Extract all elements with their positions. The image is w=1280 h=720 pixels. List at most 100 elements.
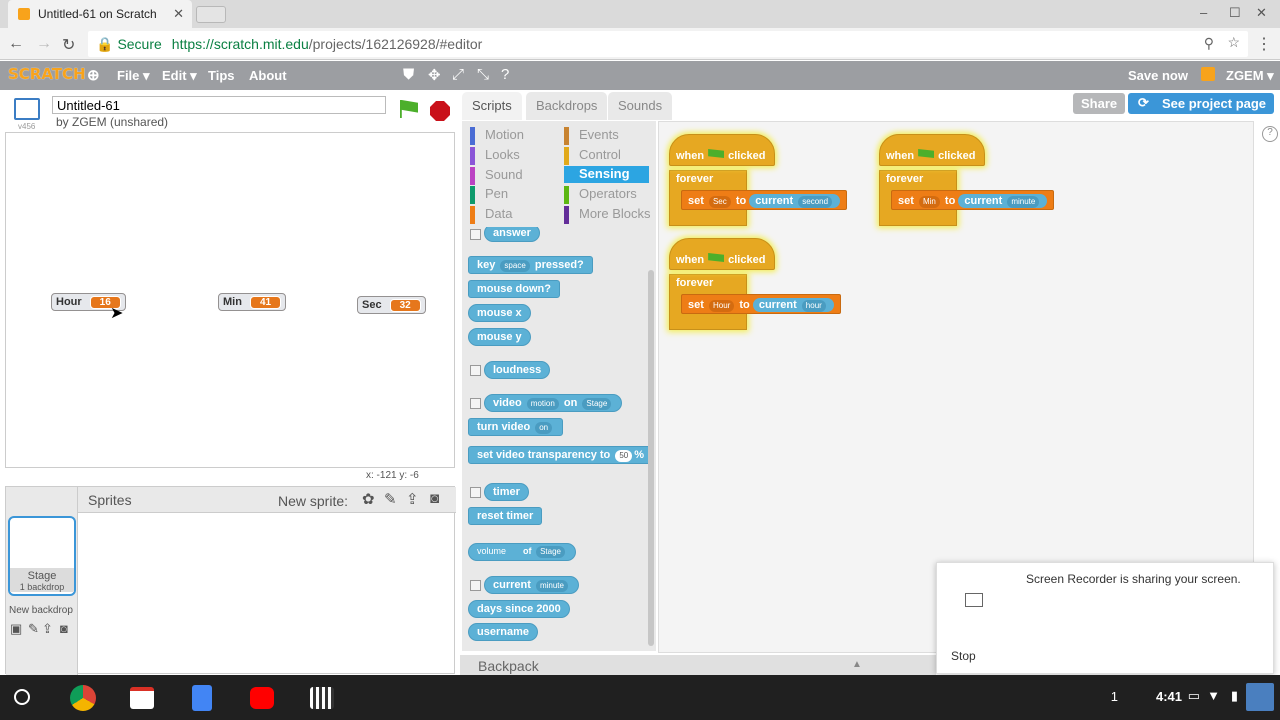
green-flag-icon[interactable] xyxy=(400,100,418,118)
category-control[interactable]: Control xyxy=(564,147,656,165)
menu-about[interactable]: About xyxy=(249,68,287,83)
upload-backdrop-icon[interactable]: ⇪ xyxy=(42,621,53,637)
block-current[interactable]: current minute xyxy=(484,576,579,594)
when-flag-clicked-block[interactable]: when clicked xyxy=(669,238,775,270)
duplicate-tool-icon[interactable]: ⛊ xyxy=(403,66,414,83)
category-more-blocks[interactable]: More Blocks xyxy=(564,206,656,224)
block-username[interactable]: username xyxy=(468,623,538,641)
shrink-tool-icon[interactable]: ⤡ xyxy=(477,66,489,83)
wifi-icon[interactable]: ▼ xyxy=(1207,688,1220,703)
new-tab-button[interactable] xyxy=(196,6,226,23)
bookmark-star-icon[interactable]: ☆ xyxy=(1227,34,1240,51)
battery-icon[interactable]: ▮ xyxy=(1231,688,1238,704)
set-variable-block[interactable]: set Sec to current second xyxy=(681,190,848,210)
tab-sounds[interactable]: Sounds xyxy=(608,92,673,120)
close-tab-icon[interactable]: ✕ xyxy=(173,6,184,22)
notification-count[interactable]: 1 xyxy=(1111,689,1118,704)
clock[interactable]: 4:41 xyxy=(1156,689,1182,704)
menu-tips[interactable]: Tips xyxy=(208,68,235,83)
stop-sharing-button[interactable]: Stop xyxy=(951,649,976,663)
chrome-menu-icon[interactable]: ⋮ xyxy=(1256,34,1272,54)
timer-checkbox[interactable] xyxy=(470,487,481,498)
reload-icon[interactable]: ↻ xyxy=(62,35,75,55)
menu-file[interactable]: File ▾ xyxy=(117,68,150,84)
grow-tool-icon[interactable]: ⤢ xyxy=(452,66,464,83)
category-data[interactable]: Data xyxy=(470,206,562,224)
block-mouse-y[interactable]: mouse y xyxy=(468,328,531,346)
stop-sign-icon[interactable] xyxy=(430,101,450,121)
screen-share-tray-icon[interactable]: ▭ xyxy=(1188,688,1200,704)
block-volume-of[interactable]: volume of Stage xyxy=(468,543,576,561)
launcher-icon[interactable] xyxy=(14,689,30,705)
monitor-sec[interactable]: Sec 32 xyxy=(357,296,426,314)
block-mouse-x[interactable]: mouse x xyxy=(468,304,531,322)
set-variable-block[interactable]: set Min to current minute xyxy=(891,190,1055,210)
help-icon[interactable]: ? xyxy=(1262,126,1278,142)
paint-backdrop-icon[interactable]: ✎ xyxy=(28,621,39,637)
chrome-icon[interactable] xyxy=(70,685,96,711)
globe-icon[interactable]: ⊕ xyxy=(87,66,100,84)
category-events[interactable]: Events xyxy=(564,127,656,145)
stage-thumbnail[interactable]: Stage 1 backdrop xyxy=(8,516,76,596)
category-sound[interactable]: Sound xyxy=(470,167,562,185)
video-app-icon[interactable] xyxy=(310,687,334,709)
block-timer[interactable]: timer xyxy=(484,483,529,501)
when-flag-clicked-block[interactable]: when clicked xyxy=(879,134,985,166)
current-checkbox[interactable] xyxy=(470,580,481,591)
extension-icon[interactable]: ⚲ xyxy=(1204,35,1214,52)
delete-tool-icon[interactable]: ✥ xyxy=(428,66,441,84)
video-checkbox[interactable] xyxy=(470,398,481,409)
block-video-on[interactable]: video motion on Stage xyxy=(484,394,623,412)
block-turn-video[interactable]: turn video on xyxy=(468,418,564,436)
user-avatar[interactable] xyxy=(1201,67,1215,81)
answer-checkbox[interactable] xyxy=(470,229,481,240)
block-set-video-transparency[interactable]: set video transparency to 50% xyxy=(468,446,654,464)
url-field[interactable]: 🔒 Secure https://scratch.mit.edu/projects/… xyxy=(88,31,1248,57)
presentation-mode-icon[interactable] xyxy=(14,98,40,120)
help-tool-icon[interactable]: ? xyxy=(501,66,509,83)
category-sensing[interactable]: Sensing xyxy=(564,166,649,183)
forward-icon[interactable]: → xyxy=(36,35,52,53)
gmail-icon[interactable] xyxy=(130,687,154,709)
block-key-pressed[interactable]: key space pressed? xyxy=(468,256,593,274)
menu-edit[interactable]: Edit ▾ xyxy=(162,68,197,84)
loudness-checkbox[interactable] xyxy=(470,365,481,376)
block-days-since-2000[interactable]: days since 2000 xyxy=(468,600,570,618)
youtube-icon[interactable] xyxy=(250,687,274,709)
category-operators[interactable]: Operators xyxy=(564,186,656,204)
choose-sprite-icon[interactable]: ✿ xyxy=(362,490,375,508)
category-motion[interactable]: Motion xyxy=(470,127,562,145)
back-icon[interactable]: ← xyxy=(8,35,24,53)
monitor-min[interactable]: Min 41 xyxy=(218,293,287,311)
scratch-logo[interactable]: SCRATCH xyxy=(8,65,86,83)
close-window-icon[interactable]: ✕ xyxy=(1256,5,1267,21)
stage-canvas[interactable]: Hour 16 ➤ Min 41 Sec 32 xyxy=(5,132,455,468)
user-avatar[interactable] xyxy=(1246,683,1274,711)
palette-scrollbar[interactable] xyxy=(648,270,654,646)
maximize-icon[interactable]: ☐ xyxy=(1229,5,1241,21)
set-variable-block[interactable]: set Hour to current hour xyxy=(681,294,841,314)
browser-tab[interactable]: Untitled-61 on Scratch ✕ xyxy=(8,0,192,28)
save-now-button[interactable]: Save now xyxy=(1128,68,1188,83)
upload-sprite-icon[interactable]: ⇪ xyxy=(406,490,419,508)
tab-scripts[interactable]: Scripts xyxy=(462,92,522,120)
block-mouse-down[interactable]: mouse down? xyxy=(468,280,560,298)
paint-sprite-icon[interactable]: ✎ xyxy=(384,490,397,508)
tab-backdrops[interactable]: Backdrops xyxy=(526,92,608,120)
block-reset-timer[interactable]: reset timer xyxy=(468,507,543,525)
block-answer[interactable]: answer xyxy=(484,227,540,242)
backpack-bar[interactable]: Backpack ▲ xyxy=(460,655,936,675)
share-button[interactable]: Share xyxy=(1073,93,1126,114)
when-flag-clicked-block[interactable]: when clicked xyxy=(669,134,775,166)
project-title-input[interactable] xyxy=(52,96,386,114)
camera-backdrop-icon[interactable]: ◙ xyxy=(60,621,68,636)
user-menu[interactable]: ZGEM ▾ xyxy=(1226,68,1274,84)
block-loudness[interactable]: loudness xyxy=(484,361,551,379)
category-pen[interactable]: Pen xyxy=(470,186,562,204)
backdrop-library-icon[interactable]: ▣ xyxy=(10,621,22,637)
minimize-icon[interactable]: – xyxy=(1200,5,1207,20)
docs-icon[interactable] xyxy=(192,685,212,711)
see-project-page-button[interactable]: ⟳ See project page xyxy=(1128,93,1275,114)
camera-sprite-icon[interactable]: ◙ xyxy=(430,490,439,507)
category-looks[interactable]: Looks xyxy=(470,147,562,165)
